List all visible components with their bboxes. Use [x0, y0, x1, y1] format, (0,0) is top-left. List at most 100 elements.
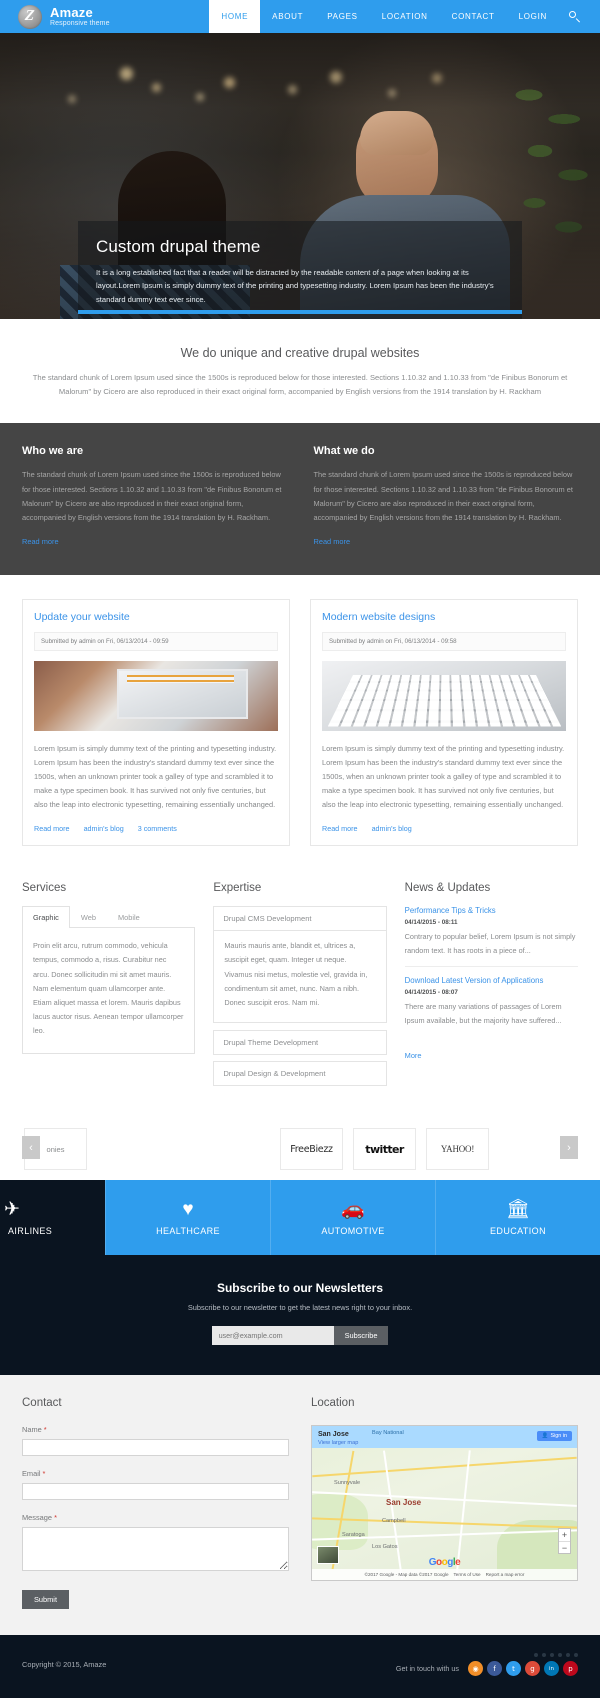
map-label-los-gatos: Los Gatos	[372, 1544, 398, 1551]
site-footer: Copyright © 2015, Amaze Get in touch wit…	[0, 1635, 600, 1698]
brand-tagline: Responsive theme	[50, 19, 110, 27]
brand-logo[interactable]: Z Amaze Responsive theme	[0, 0, 110, 33]
what-we-do-text: The standard chunk of Lorem Ipsum used s…	[313, 470, 573, 523]
hero-description: It is a long established fact that a rea…	[96, 268, 494, 304]
accordion-item-design[interactable]: Drupal Design & Development	[213, 1061, 387, 1087]
social-links: ◉ f t g in p	[468, 1661, 578, 1677]
google-plus-icon[interactable]: g	[525, 1661, 540, 1677]
required-marker: *	[54, 1513, 57, 1523]
industry-cell-automotive[interactable]: 🚗 AUTOMOTIVE	[270, 1180, 435, 1256]
blog-author-link[interactable]: admin's blog	[372, 824, 412, 833]
client-logo-text: onies	[46, 1144, 65, 1154]
message-field[interactable]	[22, 1527, 289, 1572]
expertise-heading: Expertise	[213, 882, 262, 895]
news-item-text: There are many variations of passages of…	[404, 1002, 562, 1025]
map-place-name: San Jose	[318, 1431, 349, 1439]
blog-read-more-link[interactable]: Read more	[34, 824, 70, 833]
map-signin-button[interactable]: 👤 Sign in	[536, 1431, 572, 1442]
what-we-do-column: What we do The standard chunk of Lorem I…	[314, 445, 579, 549]
client-logo-yahoo[interactable]: YAHOO!	[426, 1128, 489, 1171]
three-column-section: Services Graphic Web Mobile Proin elit a…	[0, 864, 600, 1115]
hero-caption: Custom drupal theme It is a long establi…	[78, 221, 522, 319]
zoom-out-button[interactable]: −	[559, 1541, 570, 1553]
expertise-column: Expertise Drupal CMS Development Mauris …	[213, 882, 387, 1092]
news-heading: News & Updates	[404, 882, 491, 895]
news-more-link[interactable]: More	[405, 1051, 422, 1060]
tab-web[interactable]: Web	[70, 906, 107, 928]
blog-post-links: Read more admin's blog	[322, 824, 566, 833]
blog-post-title[interactable]: Update your website	[34, 611, 278, 623]
news-item-title[interactable]: Performance Tips & Tricks	[405, 906, 578, 915]
services-tabs: Graphic Web Mobile	[22, 906, 196, 929]
clients-track: onies FreeBiezz twitter YAHOO!	[0, 1128, 600, 1171]
blog-author-link[interactable]: admin's blog	[84, 824, 124, 833]
what-we-do-read-more[interactable]: Read more	[314, 537, 351, 546]
email-field-label: Email *	[22, 1469, 289, 1478]
tab-graphic[interactable]: Graphic	[22, 906, 70, 929]
industry-cell-airlines[interactable]: ✈ AIRLINES	[0, 1180, 105, 1256]
blog-read-more-link[interactable]: Read more	[322, 824, 358, 833]
who-we-are-read-more[interactable]: Read more	[22, 537, 59, 546]
client-logo-text: YAHOO!	[440, 1144, 475, 1155]
bank-icon: 🏛	[505, 1198, 531, 1220]
copyright-text: Copyright © 2015, Amaze	[22, 1660, 107, 1670]
map-report-link[interactable]: Report a map error	[486, 1572, 525, 1577]
blog-post-card: Modern website designs Submitted by admi…	[310, 598, 578, 847]
news-column: News & Updates Performance Tips & Tricks…	[404, 882, 578, 1063]
clients-carousel: ‹ onies FreeBiezz twitter YAHOO! ›	[0, 1114, 600, 1181]
contact-location-section: Contact Name * Email * Message * Submit …	[0, 1375, 600, 1636]
industry-cell-education[interactable]: 🏛 EDUCATION	[435, 1180, 600, 1256]
accordion-body-cms: Mauris mauris ante, blandit et, ultrices…	[213, 930, 387, 1024]
client-logo-twitter[interactable]: twitter	[353, 1128, 416, 1171]
rss-icon[interactable]: ◉	[468, 1661, 483, 1677]
services-column: Services Graphic Web Mobile Proin elit a…	[22, 882, 196, 1054]
nav-item-location[interactable]: LOCATION	[370, 0, 440, 33]
zoom-in-button[interactable]: +	[559, 1529, 570, 1541]
map-label-saratoga: Saratoga	[342, 1532, 365, 1539]
logo-letter: Z	[24, 8, 36, 24]
name-label-text: Name	[22, 1425, 42, 1435]
client-logo-text: FreeBiezz	[290, 1143, 333, 1155]
chevron-right-icon[interactable]: ›	[560, 1136, 578, 1160]
search-icon[interactable]	[559, 0, 600, 33]
nav-item-home[interactable]: HOME	[209, 0, 261, 33]
industry-cell-healthcare[interactable]: ♥ HEALTHCARE	[105, 1180, 270, 1256]
client-logo-freebiezz[interactable]: FreeBiezz	[280, 1128, 343, 1171]
blog-post-title[interactable]: Modern website designs	[322, 611, 566, 623]
linkedin-icon[interactable]: in	[544, 1661, 559, 1677]
name-field[interactable]	[22, 1439, 289, 1457]
map-larger-link[interactable]: View larger map	[318, 1440, 358, 1446]
person-icon: 👤	[541, 1433, 549, 1440]
accordion-item-theme[interactable]: Drupal Theme Development	[213, 1030, 387, 1056]
map-terms-link[interactable]: Terms of Use	[454, 1572, 481, 1577]
pinterest-icon[interactable]: p	[563, 1661, 578, 1677]
news-item-title[interactable]: Download Latest Version of Applications	[405, 976, 578, 985]
industry-label-education: EDUCATION	[490, 1225, 546, 1236]
email-field[interactable]	[22, 1483, 289, 1501]
industry-icon-band: ✈ AIRLINES ♥ HEALTHCARE 🚗 AUTOMOTIVE 🏛 E…	[0, 1180, 600, 1256]
blog-comments-link[interactable]: 3 comments	[138, 824, 177, 833]
nav-item-about[interactable]: ABOUT	[260, 0, 315, 33]
nav-item-contact[interactable]: CONTACT	[440, 0, 507, 33]
map-signin-label: Sign in	[550, 1433, 567, 1440]
get-in-touch-row: Get in touch with us ◉ f t g in p	[396, 1661, 578, 1677]
nav-item-pages[interactable]: PAGES	[315, 0, 369, 33]
street-view-thumbnail[interactable]	[317, 1546, 339, 1565]
services-heading: Services	[22, 882, 67, 895]
blog-post-image	[322, 660, 566, 731]
facebook-icon[interactable]: f	[487, 1661, 502, 1677]
chevron-left-icon[interactable]: ‹	[22, 1136, 40, 1160]
subscribe-button[interactable]: Subscribe	[333, 1326, 389, 1346]
submit-button[interactable]: Submit	[22, 1590, 70, 1610]
tab-mobile[interactable]: Mobile	[107, 906, 151, 928]
map-label-campbell: Campbell	[382, 1518, 406, 1525]
intro-section: We do unique and creative drupal website…	[0, 319, 600, 424]
nav-item-login[interactable]: LOGIN	[507, 0, 559, 33]
twitter-icon[interactable]: t	[506, 1661, 521, 1677]
map-widget[interactable]: San Jose View larger map ★ 👤 Sign in Sun…	[311, 1425, 578, 1582]
accordion-item-cms[interactable]: Drupal CMS Development	[213, 906, 387, 932]
news-item-date: 04/14/2015 - 08:07	[404, 989, 458, 997]
hero-banner: Custom drupal theme It is a long establi…	[0, 33, 600, 319]
newsletter-email-input[interactable]	[211, 1326, 334, 1346]
map-attribution-bar: ©2017 Google - Map data ©2017 Google Ter…	[312, 1569, 577, 1581]
